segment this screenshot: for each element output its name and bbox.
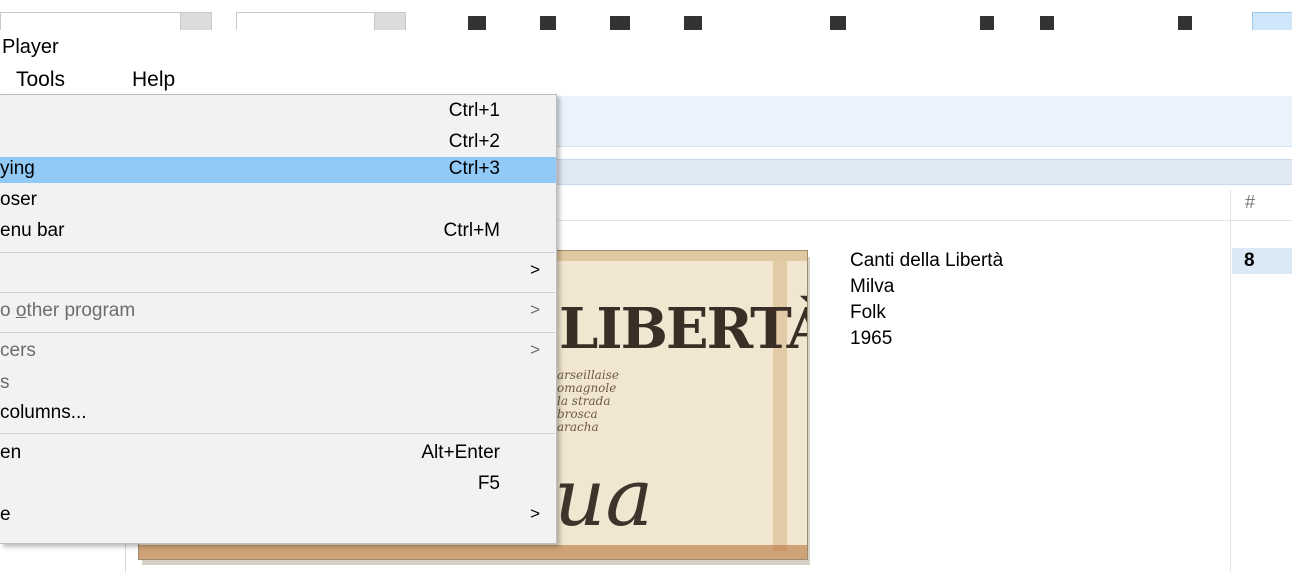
track-number: 8 (1244, 250, 1255, 271)
album-art-script: ua (554, 451, 654, 544)
menu-tools[interactable]: Tools (16, 68, 65, 92)
toolbar (0, 0, 1292, 33)
submenu-arrow-icon: > (530, 340, 540, 359)
menu-item-label: s (0, 372, 10, 393)
menu-bar: Tools Help (0, 64, 1292, 96)
shortcut-label: Ctrl+M (443, 220, 500, 241)
album-art-tracklist: arseillaise omagnole la strada brosca ar… (557, 369, 619, 434)
menu-separator (0, 332, 555, 333)
genre: Folk (850, 302, 886, 323)
menu-item-label: en (0, 442, 22, 463)
menu-item-label: ying (0, 158, 35, 179)
menu-item-label: enu bar (0, 220, 65, 241)
menu-item-full-screen[interactable]: en Alt+Enter (0, 441, 556, 467)
toolbar-icon[interactable] (1040, 16, 1054, 30)
menu-item-label: oser (0, 189, 37, 210)
spacer-band (556, 147, 1292, 159)
menu-item-lyrics[interactable]: s (0, 371, 556, 397)
menu-item-menu-bar[interactable]: enu bar Ctrl+M (0, 219, 556, 245)
toolbar-icon[interactable] (610, 16, 630, 30)
title-bar: Player (0, 30, 1292, 64)
menu-item-language[interactable]: e > (0, 503, 556, 529)
toolbar-icon[interactable] (540, 16, 556, 30)
group-header-band (556, 159, 1292, 185)
menu-item-now-playing[interactable]: ying Ctrl+3 (0, 157, 556, 183)
toolbar-band (556, 96, 1292, 147)
menu-separator (0, 433, 555, 434)
shortcut-label: Ctrl+2 (448, 131, 500, 152)
toolbar-icon[interactable] (980, 16, 994, 30)
column-header-number[interactable]: # (1245, 192, 1255, 213)
window-title: Player (2, 36, 59, 58)
album-art-title: LIBERTÀ (559, 296, 808, 362)
toolbar-selected-button[interactable] (1252, 12, 1292, 32)
year: 1965 (850, 328, 893, 349)
album-art-edge (139, 545, 807, 559)
toolbar-icon[interactable] (1178, 16, 1192, 30)
menu-separator (0, 252, 555, 253)
toolbar-icon[interactable] (468, 16, 486, 30)
menu-separator (0, 292, 555, 293)
menu-help[interactable]: Help (132, 68, 175, 92)
artist-name: Milva (850, 276, 895, 297)
submenu-arrow-icon: > (530, 260, 540, 279)
toolbar-icon[interactable] (830, 16, 846, 30)
menu-item-label: cers (0, 340, 36, 361)
menu-item-label: o other program (0, 300, 136, 321)
shortcut-label: Ctrl+3 (448, 158, 500, 179)
column-divider (1230, 190, 1231, 572)
menu-item-switch-to-other-program[interactable]: o other program > (0, 299, 556, 325)
menu-item-choose-columns[interactable]: columns... (0, 401, 556, 427)
submenu-arrow-icon: > (530, 504, 540, 523)
toolbar-icon[interactable] (684, 16, 702, 30)
album-name: Canti della Libertà (850, 250, 1004, 271)
menu-item-submenu[interactable]: > (0, 259, 556, 285)
menu-item-refresh[interactable]: F5 (0, 472, 556, 498)
submenu-arrow-icon: > (530, 300, 540, 319)
menu-item-chooser[interactable]: oser (0, 188, 556, 214)
shortcut-label: F5 (477, 473, 500, 494)
menu-item-enhancements[interactable]: cers > (0, 339, 556, 365)
album-art-line: aracha (557, 420, 599, 434)
menu-item-view-1[interactable]: Ctrl+1 (0, 99, 556, 125)
shortcut-label: Ctrl+1 (448, 100, 500, 121)
menu-item-view-2[interactable]: Ctrl+2 (0, 130, 556, 156)
track-number-cell[interactable]: 8 (1232, 248, 1292, 274)
shortcut-label: Alt+Enter (421, 442, 500, 463)
menu-item-label: e (0, 504, 11, 525)
menu-item-label: columns... (0, 402, 87, 423)
view-menu-dropdown: Ctrl+1 Ctrl+2 ying Ctrl+3 oser enu bar C… (0, 94, 557, 544)
